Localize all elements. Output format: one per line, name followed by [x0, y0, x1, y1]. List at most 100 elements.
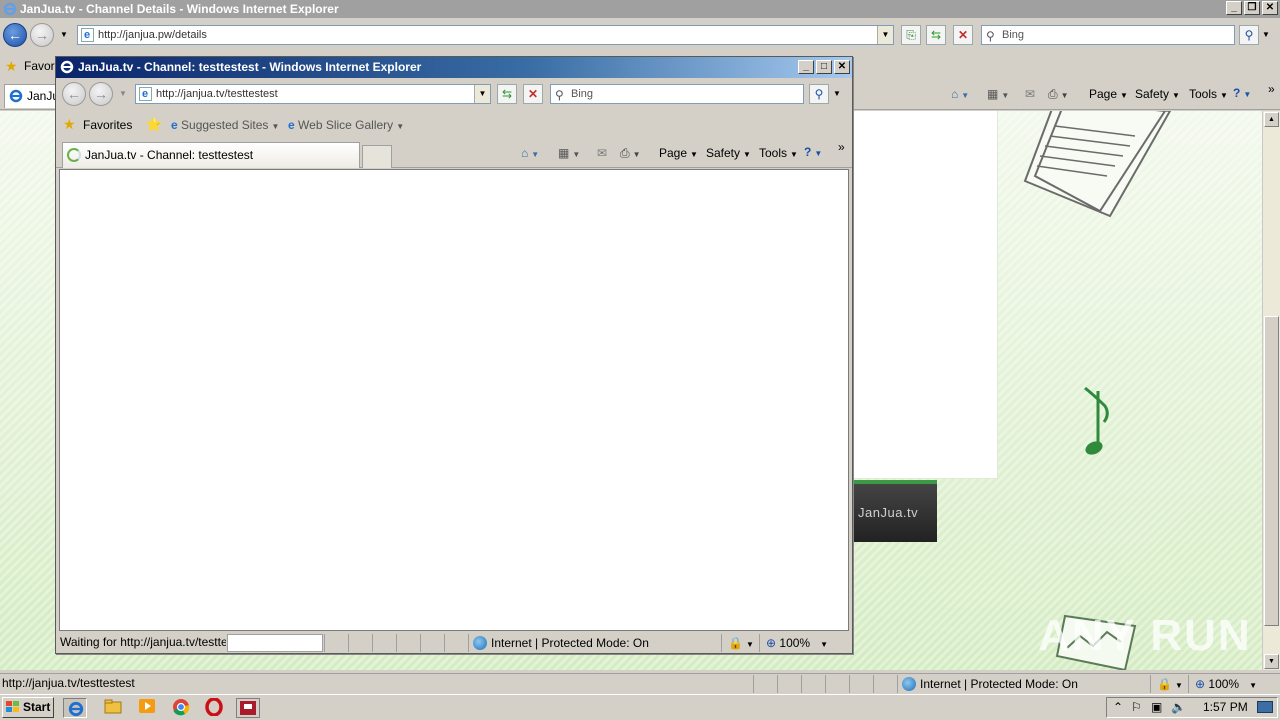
- ie-page-icon: e: [288, 118, 295, 132]
- suggested-sites-link[interactable]: e Suggested Sites ▼: [171, 118, 279, 132]
- popup-page-menu[interactable]: Page ▼: [659, 146, 698, 162]
- refresh-button[interactable]: ⇆: [926, 25, 946, 45]
- search-icon: ⚲: [555, 88, 564, 102]
- mail-icon[interactable]: ✉: [597, 146, 607, 160]
- safety-menu[interactable]: Safety ▼: [1135, 87, 1180, 103]
- new-tab-button[interactable]: [362, 145, 392, 168]
- zoom-icon: ⊕: [1195, 677, 1206, 691]
- windows-flag-icon: [6, 701, 19, 712]
- popup-address-bar[interactable]: http://janjua.tv/testtestest ▼: [135, 84, 491, 104]
- popup-zone-indicator[interactable]: Internet | Protected Mode: On: [468, 634, 720, 652]
- ie-tab-icon: [9, 89, 23, 103]
- help-icon[interactable]: ? ▼: [804, 145, 822, 161]
- tools-menu[interactable]: Tools ▼: [1189, 87, 1228, 103]
- system-tray: ⌃ ⚐ ▣ 🔈 1:57 PM: [1106, 697, 1278, 718]
- protected-mode-lock-icon[interactable]: 🔒 ▼: [1150, 675, 1188, 693]
- clock[interactable]: 1:57 PM: [1203, 698, 1248, 717]
- popup-search-go-button[interactable]: ⚲: [809, 84, 829, 104]
- outer-window-titlebar[interactable]: JanJua.tv - Channel Details - Windows In…: [0, 0, 1280, 18]
- compatibility-view-button[interactable]: ⎘: [901, 25, 921, 45]
- ie-page-icon: e: [171, 118, 178, 132]
- popup-refresh-button[interactable]: ⇆: [497, 84, 517, 104]
- loading-spinner-icon: [67, 148, 81, 162]
- action-center-flag-icon[interactable]: ⚐: [1131, 698, 1142, 717]
- popup-protected-mode-icon[interactable]: 🔒 ▼: [721, 634, 759, 652]
- volume-icon[interactable]: 🔈: [1171, 698, 1186, 717]
- opera-icon[interactable]: [205, 697, 227, 718]
- feeds-icon[interactable]: ▦ ▼: [558, 146, 580, 162]
- restore-button[interactable]: ❐: [1244, 1, 1260, 15]
- mail-icon[interactable]: ✉: [1025, 87, 1035, 101]
- address-bar[interactable]: http://janjua.pw/details ▼: [77, 25, 894, 45]
- popup-tab[interactable]: JanJua.tv - Channel: testtestest: [62, 142, 360, 168]
- taskbar: Start ⌃ ⚐ ▣ 🔈 1:57 PM: [0, 694, 1280, 720]
- media-player-icon[interactable]: [138, 698, 160, 718]
- home-icon[interactable]: ⌂ ▼: [951, 87, 969, 103]
- close-button[interactable]: ✕: [1262, 1, 1278, 15]
- address-text: http://janjua.pw/details: [98, 29, 207, 41]
- feeds-icon[interactable]: ▦ ▼: [987, 87, 1009, 103]
- popup-window[interactable]: JanJua.tv - Channel: testtestest - Windo…: [55, 56, 853, 654]
- favorites-star-icon: ★: [63, 116, 76, 132]
- address-dropdown-icon[interactable]: ▼: [877, 26, 893, 44]
- popup-tools-menu[interactable]: Tools ▼: [759, 146, 798, 162]
- popup-favorites-button[interactable]: Favorites: [83, 118, 132, 132]
- outer-scrollbar[interactable]: ▲ ▼: [1262, 111, 1280, 670]
- outer-tab[interactable]: JanJu: [4, 84, 56, 108]
- back-button[interactable]: ←: [3, 23, 27, 47]
- outer-zoom-control[interactable]: ⊕ 100% ▼: [1188, 675, 1268, 693]
- search-options-dropdown[interactable]: ▼: [1262, 30, 1270, 39]
- popup-close-button[interactable]: ✕: [834, 60, 850, 74]
- popup-safety-menu[interactable]: Safety ▼: [706, 146, 751, 162]
- home-icon[interactable]: ⌂ ▼: [521, 146, 539, 162]
- show-desktop-icon[interactable]: [1257, 701, 1273, 713]
- globe-icon: [902, 677, 916, 691]
- page-menu[interactable]: Page ▼: [1089, 87, 1128, 103]
- more-commands-icon[interactable]: »: [1268, 82, 1275, 96]
- favorites-button[interactable]: Favori: [24, 59, 57, 73]
- app-icon[interactable]: [236, 698, 260, 718]
- help-icon[interactable]: ? ▼: [1233, 86, 1251, 102]
- popup-window-title: JanJua.tv - Channel: testtestest - Windo…: [78, 60, 422, 74]
- recent-pages-dropdown[interactable]: ▼: [60, 30, 68, 39]
- popup-page-content[interactable]: [59, 169, 849, 631]
- more-commands-icon[interactable]: »: [838, 140, 845, 154]
- search-go-button[interactable]: ⚲: [1239, 25, 1259, 45]
- scroll-up-arrow-icon[interactable]: ▲: [1264, 112, 1279, 127]
- popup-forward-button[interactable]: →: [89, 82, 113, 106]
- outer-zone-indicator[interactable]: Internet | Protected Mode: On: [897, 675, 1149, 693]
- chrome-icon[interactable]: [172, 698, 194, 718]
- popup-stop-button[interactable]: ✕: [523, 84, 543, 104]
- stop-button[interactable]: ✕: [953, 25, 973, 45]
- popup-search-options-dropdown[interactable]: ▼: [833, 89, 841, 98]
- popup-maximize-button[interactable]: □: [816, 60, 832, 74]
- minimize-button[interactable]: _: [1226, 1, 1242, 15]
- network-icon[interactable]: ▣: [1151, 698, 1162, 717]
- page-icon: [81, 26, 94, 44]
- show-hidden-icons-icon[interactable]: ⌃: [1113, 698, 1123, 717]
- popup-titlebar[interactable]: JanJua.tv - Channel: testtestest - Windo…: [56, 57, 852, 78]
- zoom-icon: ⊕: [766, 636, 777, 650]
- popup-minimize-button[interactable]: _: [798, 60, 814, 74]
- taskbar-ie-button[interactable]: [63, 698, 87, 718]
- popup-search-input[interactable]: ⚲ Bing: [550, 84, 804, 104]
- ie-icon: [68, 701, 84, 717]
- popup-recent-pages-dropdown[interactable]: ▼: [119, 89, 127, 98]
- scroll-down-arrow-icon[interactable]: ▼: [1264, 654, 1279, 669]
- popup-zoom-control[interactable]: ⊕ 100% ▼: [759, 634, 841, 652]
- folder-icon[interactable]: [104, 698, 126, 718]
- forward-button[interactable]: →: [30, 23, 54, 47]
- globe-icon: [473, 636, 487, 650]
- print-icon[interactable]: ⎙ ▼: [1048, 87, 1069, 103]
- web-slice-gallery-link[interactable]: e Web Slice Gallery ▼: [288, 118, 404, 132]
- search-input[interactable]: ⚲ Bing: [981, 25, 1235, 45]
- add-to-favorites-bar-icon[interactable]: ⭐: [145, 116, 162, 133]
- music-note-icon: [1084, 386, 1109, 455]
- scroll-thumb[interactable]: [1264, 316, 1279, 626]
- popup-back-button[interactable]: ←: [62, 82, 86, 106]
- start-button[interactable]: Start: [2, 697, 54, 718]
- popup-address-text: http://janjua.tv/testtestest: [156, 88, 278, 100]
- print-icon[interactable]: ⎙ ▼: [620, 146, 641, 162]
- papers-illustration-icon: [1023, 111, 1172, 218]
- popup-address-dropdown-icon[interactable]: ▼: [474, 85, 490, 103]
